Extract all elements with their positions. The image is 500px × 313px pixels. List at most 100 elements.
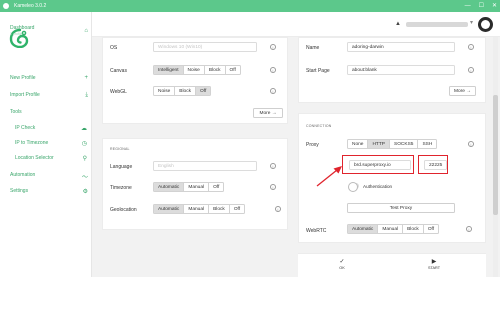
sidebar-item-label: Import Profile xyxy=(10,92,40,98)
canvas-option-intelligent[interactable]: Intelligent xyxy=(154,66,183,74)
ok-label: OK xyxy=(339,266,345,270)
chevron-down-icon[interactable]: ▾ xyxy=(470,19,473,26)
top-bar: ▲ ▾ xyxy=(92,12,500,37)
sidebar-item-location-selector[interactable]: Location Selector ⚲ xyxy=(15,155,87,162)
proxy-option-ssh[interactable]: SSH xyxy=(417,140,436,148)
sidebar-item-dashboard[interactable]: Dashboard 1 profile ⌂ xyxy=(10,25,88,36)
info-icon[interactable]: i xyxy=(270,44,276,50)
canvas-option-noise[interactable]: Noise xyxy=(182,66,204,74)
sidebar-item-label: Location Selector xyxy=(15,155,54,161)
webrtc-label: WebRTC xyxy=(306,228,327,234)
highlight-box-host xyxy=(342,155,414,174)
sidebar-item-new-profile[interactable]: New Profile + xyxy=(10,75,88,81)
sidebar-item-tools[interactable]: Tools xyxy=(10,109,88,115)
proxy-segmented-control: None HTTP SOCKS5 SSH xyxy=(347,139,438,149)
timezone-option-automatic[interactable]: Automatic xyxy=(154,183,184,191)
ok-button[interactable]: ✓ OK xyxy=(322,258,362,270)
more-button[interactable]: More → xyxy=(253,108,283,118)
notification-bell-icon[interactable]: ▲ xyxy=(395,21,401,27)
play-circle-icon: ▶ xyxy=(431,259,437,265)
close-button[interactable]: ✕ xyxy=(492,0,497,12)
geolocation-option-block[interactable]: Block xyxy=(208,205,229,213)
webgl-option-off[interactable]: Off xyxy=(195,87,211,95)
cloud-icon: ☁ xyxy=(81,126,87,132)
os-field: Windows 10 (Win10) xyxy=(153,42,257,52)
download-icon: ⤓ xyxy=(85,92,88,98)
gear-icon: ⚙ xyxy=(82,189,88,195)
info-icon[interactable]: i xyxy=(468,141,474,147)
webgl-option-block[interactable]: Block xyxy=(174,87,195,95)
profile-count-caption: 1 profile xyxy=(10,32,23,36)
os-label: OS xyxy=(110,45,118,51)
info-icon[interactable]: i xyxy=(270,88,276,94)
maximize-button[interactable]: ☐ xyxy=(479,0,484,12)
app-logo-icon xyxy=(3,3,9,9)
timezone-option-manual[interactable]: Manual xyxy=(183,183,208,191)
timezone-option-off[interactable]: Off xyxy=(208,183,223,191)
app-title: Kameleo 3.0.2 xyxy=(14,3,47,9)
language-label: Language xyxy=(110,164,133,170)
fingerprint-card: OS Windows 10 (Win10) i Canvas Intellige… xyxy=(102,37,288,124)
sidebar-item-automation[interactable]: Automation 〜 xyxy=(10,172,88,181)
title-bar: Kameleo 3.0.2 — ☐ ✕ xyxy=(0,0,500,12)
sidebar-item-label: Tools xyxy=(10,109,22,115)
info-icon[interactable]: i xyxy=(270,163,276,169)
webgl-label: WebGL xyxy=(110,89,127,95)
scrollbar[interactable] xyxy=(493,37,498,277)
canvas-option-off[interactable]: Off xyxy=(224,66,240,74)
regional-card: REGIONAL Language English i Timezone Aut… xyxy=(102,138,288,230)
webrtc-option-manual[interactable]: Manual xyxy=(377,225,402,233)
webgl-option-noise[interactable]: Noise xyxy=(154,87,174,95)
geolocation-option-manual[interactable]: Manual xyxy=(183,205,208,213)
red-arrow-annotation xyxy=(316,166,342,187)
home-icon: ⌂ xyxy=(84,28,88,34)
canvas-label: Canvas xyxy=(110,68,127,74)
canvas-option-block[interactable]: Block xyxy=(203,66,225,74)
check-circle-icon: ✓ xyxy=(339,259,345,265)
info-icon[interactable]: i xyxy=(468,44,474,50)
start-label: START xyxy=(427,266,441,270)
authentication-label: Authentication xyxy=(363,184,393,189)
bottom-action-bar: ✓ OK ▶ START xyxy=(298,253,486,277)
sidebar-item-ip-check[interactable]: IP Check ☁ xyxy=(15,125,87,132)
clock-icon: ◷ xyxy=(81,141,87,147)
info-icon[interactable]: i xyxy=(466,226,472,232)
authentication-toggle[interactable] xyxy=(348,182,359,192)
section-title-regional: REGIONAL xyxy=(110,147,130,151)
sidebar-item-label: Settings xyxy=(10,188,29,194)
info-icon[interactable]: i xyxy=(270,67,276,73)
start-button[interactable]: ▶ START xyxy=(414,258,454,270)
geolocation-option-automatic[interactable]: Automatic xyxy=(154,205,184,213)
info-icon[interactable]: i xyxy=(275,206,281,212)
proxy-option-http[interactable]: HTTP xyxy=(367,140,389,148)
webrtc-option-block[interactable]: Block xyxy=(402,225,423,233)
proxy-option-none[interactable]: None xyxy=(348,140,367,148)
sidebar-item-import-profile[interactable]: Import Profile ⤓ xyxy=(10,92,88,98)
name-label: Name xyxy=(306,45,320,51)
avatar[interactable] xyxy=(478,17,493,32)
name-input[interactable]: adoring-darwin xyxy=(347,42,455,52)
canvas-segmented-control: Intelligent Noise Block Off xyxy=(153,65,241,75)
geolocation-segmented-control: Automatic Manual Block Off xyxy=(153,204,246,214)
sidebar-item-label: Automation xyxy=(10,172,36,178)
scrollbar-thumb[interactable] xyxy=(493,95,498,215)
test-proxy-button[interactable]: Test Proxy xyxy=(347,203,455,213)
map-pin-icon: ⚲ xyxy=(82,156,87,162)
geolocation-option-off[interactable]: Off xyxy=(228,205,244,213)
proxy-option-socks5[interactable]: SOCKS5 xyxy=(389,140,417,148)
info-icon[interactable]: i xyxy=(468,67,474,73)
plus-icon: + xyxy=(84,75,88,81)
sidebar-item-ip-to-timezone[interactable]: IP to Timezone ◷ xyxy=(15,140,87,147)
info-icon[interactable]: i xyxy=(270,184,276,190)
webrtc-option-off[interactable]: Off xyxy=(422,225,438,233)
timezone-segmented-control: Automatic Manual Off xyxy=(153,182,225,192)
minimize-button[interactable]: — xyxy=(465,0,471,12)
start-page-label: Start Page xyxy=(306,68,330,74)
user-email-redacted xyxy=(406,22,468,27)
sidebar-item-settings[interactable]: Settings ⚙ xyxy=(10,188,88,195)
geolocation-label: Geolocation xyxy=(110,207,137,213)
start-page-input[interactable]: about:blank xyxy=(347,65,455,75)
sidebar-item-label: New Profile xyxy=(10,75,36,81)
more-button[interactable]: More → xyxy=(449,86,476,96)
webrtc-option-automatic[interactable]: Automatic xyxy=(348,225,378,233)
